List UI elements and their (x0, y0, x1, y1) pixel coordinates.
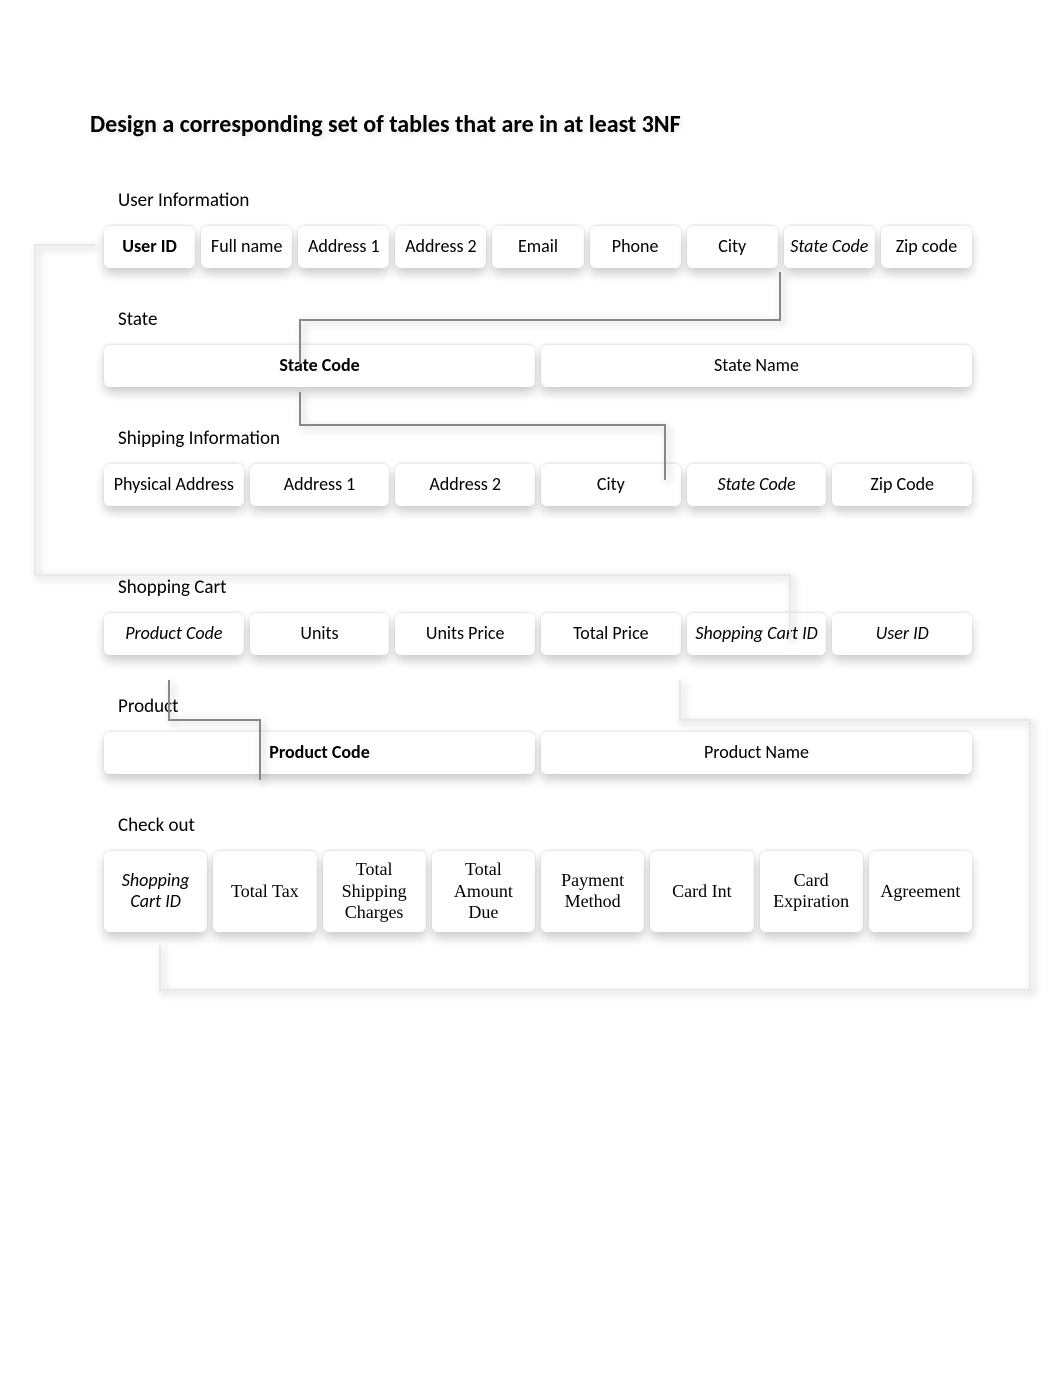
product-col-code: Product Code (104, 732, 535, 774)
shipping-col-city: City (541, 464, 681, 506)
product-table: Product Code Product Name (90, 732, 972, 774)
cart-col-tprice: Total Price (541, 613, 681, 655)
cart-col-userid: User ID (832, 613, 972, 655)
state-col-name: State Name (541, 345, 972, 387)
product-col-name: Product Name (541, 732, 972, 774)
user-col-phone: Phone (590, 226, 681, 268)
shipping-col-addr2: Address 2 (395, 464, 535, 506)
user-col-email: Email (492, 226, 583, 268)
checkout-col-paymeth: Payment Method (541, 851, 644, 932)
checkout-col-agree: Agreement (869, 851, 972, 932)
cart-col-prodcode: Product Code (104, 613, 244, 655)
user-col-addr1: Address 1 (298, 226, 389, 268)
state-label: State (118, 308, 972, 331)
checkout-col-tax: Total Tax (213, 851, 316, 932)
user-col-fullname: Full name (201, 226, 292, 268)
user-col-userid: User ID (104, 226, 195, 268)
checkout-label: Check out (118, 814, 972, 837)
shipping-col-physaddr: Physical Address (104, 464, 244, 506)
user-col-addr2: Address 2 (395, 226, 486, 268)
shipping-col-addr1: Address 1 (250, 464, 390, 506)
user-col-zip: Zip code (881, 226, 972, 268)
user-col-city: City (687, 226, 778, 268)
checkout-table: Shopping Cart ID Total Tax Total Shippin… (90, 851, 972, 932)
page-title: Design a corresponding set of tables tha… (90, 110, 972, 139)
user-label: User Information (118, 189, 972, 212)
checkout-col-cardexp: Card Expiration (760, 851, 863, 932)
cart-col-units: Units (250, 613, 390, 655)
shipping-label: Shipping Information (118, 427, 972, 450)
user-table: User ID Full name Address 1 Address 2 Em… (90, 226, 972, 268)
cart-col-cartid: Shopping Cart ID (687, 613, 827, 655)
shipping-col-state: State Code (687, 464, 827, 506)
page: Design a corresponding set of tables tha… (0, 0, 1062, 932)
product-label: Product (118, 695, 972, 718)
cart-label: Shopping Cart (118, 576, 972, 599)
state-col-code: State Code (104, 345, 535, 387)
checkout-col-cartid: Shopping Cart ID (104, 851, 207, 932)
cart-col-uprice: Units Price (395, 613, 535, 655)
state-table: State Code State Name (90, 345, 972, 387)
checkout-col-shipchg: Total Shipping Charges (323, 851, 426, 932)
shipping-table: Physical Address Address 1 Address 2 Cit… (90, 464, 972, 506)
cart-table: Product Code Units Units Price Total Pri… (90, 613, 972, 655)
user-col-statecode: State Code (784, 226, 875, 268)
checkout-col-amtdue: Total Amount Due (432, 851, 535, 932)
checkout-col-cardint: Card Int (650, 851, 753, 932)
shipping-col-zip: Zip Code (832, 464, 972, 506)
